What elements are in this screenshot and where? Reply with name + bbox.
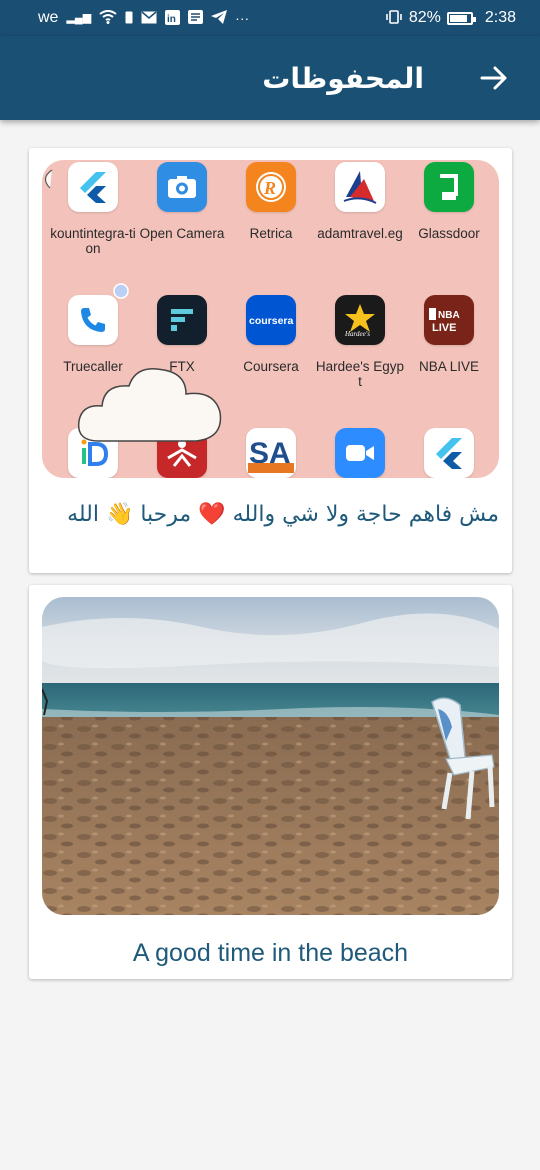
linkedin-icon: in bbox=[165, 9, 181, 27]
svg-text:NBA: NBA bbox=[438, 310, 460, 321]
app-shortcut: kountintegra-tion bbox=[48, 162, 138, 256]
app-label: NBA LIVE bbox=[418, 359, 480, 374]
saved-post-card[interactable]: A good time in the beach bbox=[29, 585, 512, 979]
signal-icon: ▂▄▆ bbox=[66, 11, 92, 24]
app-shortcut: SA bbox=[226, 428, 316, 478]
back-button[interactable] bbox=[476, 60, 512, 96]
svg-text:LIVE: LIVE bbox=[432, 322, 456, 334]
svg-text:Hardee's: Hardee's bbox=[344, 330, 370, 338]
app-shortcut: R Retrica bbox=[226, 162, 316, 241]
app-label: Retrica bbox=[249, 226, 293, 241]
battery-icon bbox=[446, 11, 476, 25]
post-image-app-grid[interactable]: SA NBA LIVE NBA LIVE Hardee's Hardee's Egypt c… bbox=[42, 160, 499, 478]
app-shortcut: Open Camera bbox=[137, 162, 227, 241]
svg-text:coursera: coursera bbox=[249, 315, 294, 327]
post-image-beach[interactable] bbox=[42, 597, 499, 915]
app-shortcut: adamtravel.eg bbox=[315, 162, 405, 241]
retrica-icon: R bbox=[246, 162, 296, 212]
app-label: Coursera bbox=[243, 359, 299, 374]
sa-icon: SA bbox=[246, 428, 296, 478]
page-title: المحفوظات bbox=[262, 61, 424, 95]
post-caption: A good time in the beach bbox=[132, 939, 409, 967]
more-notifications-icon: ··· bbox=[235, 10, 250, 26]
app-shortcut bbox=[315, 428, 405, 478]
app-shortcut: NBA LIVE NBA LIVE bbox=[404, 295, 494, 374]
battery-saver-icon bbox=[125, 10, 133, 26]
flutter-icon bbox=[68, 162, 118, 212]
status-left: we ▂▄▆ in ··· bbox=[38, 9, 249, 27]
beach-photo bbox=[42, 597, 499, 915]
status-right: 82% 2:38 bbox=[385, 9, 516, 27]
nba-icon: NBA LIVE bbox=[424, 295, 474, 345]
app-label: adamtravel.eg bbox=[317, 226, 403, 241]
hardees-icon: Hardee's bbox=[335, 295, 385, 345]
saved-post-card[interactable]: SA NBA LIVE NBA LIVE Hardee's Hardee's Egypt c… bbox=[29, 148, 512, 573]
battery-percent: 82% bbox=[408, 9, 441, 26]
svg-text:in: in bbox=[167, 14, 176, 25]
arrow-forward-icon bbox=[480, 66, 507, 90]
flutter-icon bbox=[424, 428, 474, 478]
glassdoor-icon bbox=[424, 162, 474, 212]
app-shortcut: Glassdoor bbox=[404, 162, 494, 241]
clock: 2:38 bbox=[484, 9, 516, 26]
coursera-icon: coursera bbox=[246, 295, 296, 345]
carrier-label: we bbox=[38, 9, 59, 26]
post-caption: مش فاهم حاجة ولا شي والله ❤️ مرحبا 👋 الل… bbox=[67, 502, 499, 527]
bubble-dot-icon bbox=[113, 283, 129, 299]
svg-text:R: R bbox=[263, 178, 276, 198]
vibrate-icon bbox=[385, 10, 403, 26]
app-shortcut bbox=[404, 428, 494, 478]
cloud-sticker bbox=[77, 368, 222, 442]
app-label: Hardee's Egypt bbox=[315, 359, 405, 389]
corner-sticker bbox=[44, 169, 53, 189]
mail-icon bbox=[141, 10, 157, 26]
zoom-icon bbox=[335, 428, 385, 478]
app-bar: المحفوظات bbox=[0, 36, 540, 120]
phone-icon bbox=[68, 295, 118, 345]
app-label: kountintegra-tion bbox=[50, 226, 136, 256]
camera-icon bbox=[157, 162, 207, 212]
adamtravel-icon bbox=[335, 162, 385, 212]
app-label: Glassdoor bbox=[418, 226, 480, 241]
app-label: Open Camera bbox=[139, 226, 225, 241]
wifi-icon bbox=[99, 10, 117, 26]
status-bar: we ▂▄▆ in ··· 82% 2:38 bbox=[0, 0, 540, 36]
news-icon bbox=[188, 10, 204, 26]
ftx-icon bbox=[157, 295, 207, 345]
telegram-icon bbox=[211, 10, 228, 26]
app-shortcut: coursera Coursera bbox=[226, 295, 316, 374]
app-shortcut: Hardee's Hardee's Egypt bbox=[315, 295, 405, 389]
